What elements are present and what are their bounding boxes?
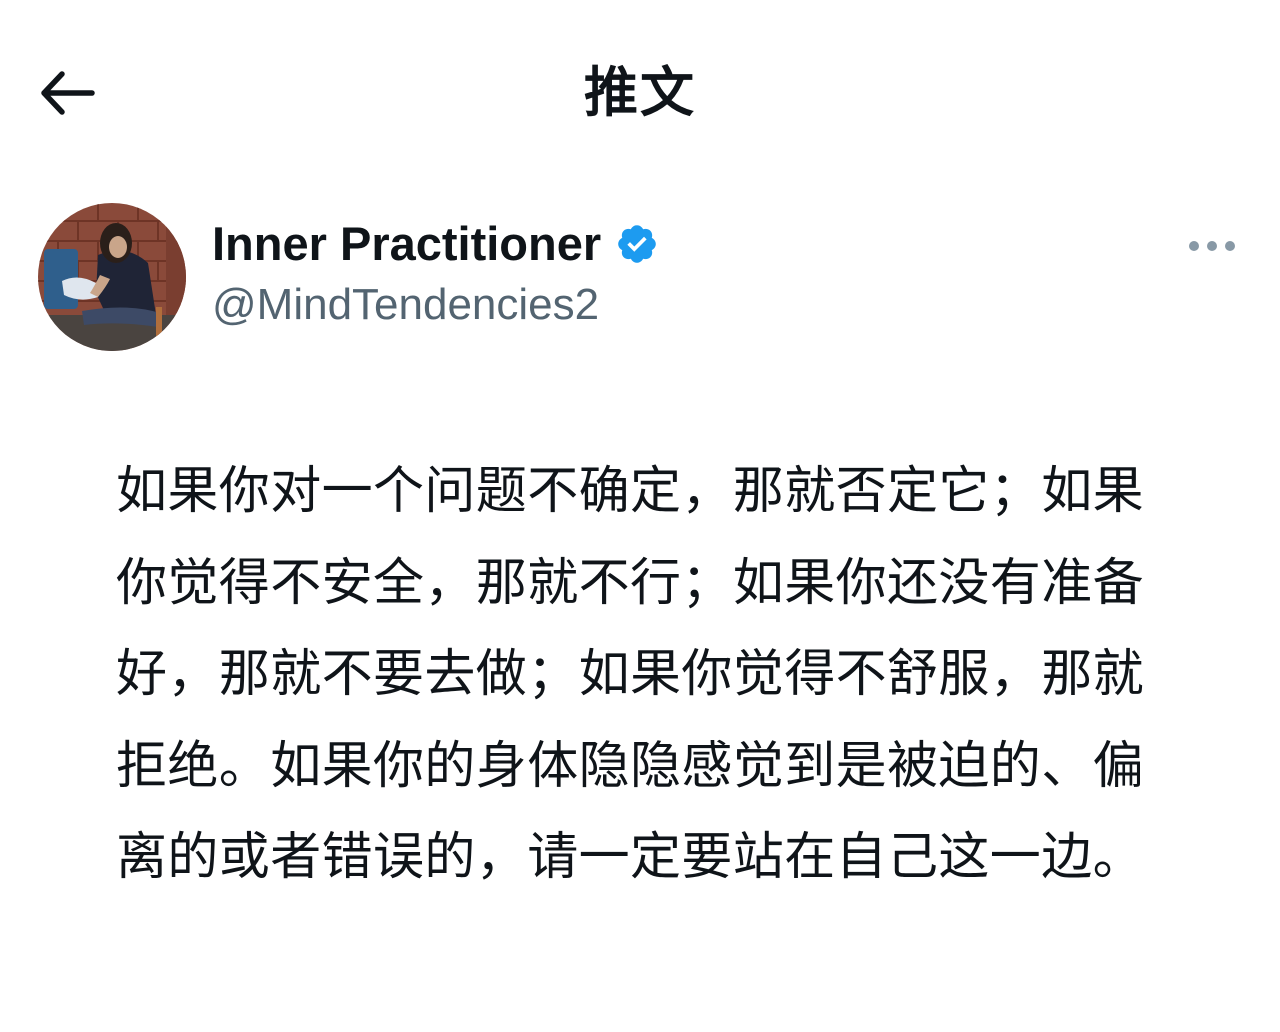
page-title: 推文 xyxy=(584,61,696,124)
top-bar: 推文 xyxy=(0,0,1280,190)
more-options-button[interactable] xyxy=(1180,220,1244,272)
tweet-author: Inner Practitioner @MindTendencies2 xyxy=(0,190,1280,370)
more-horizontal-icon xyxy=(1189,241,1235,251)
display-name-text: Inner Practitioner xyxy=(212,217,602,270)
verified-badge-icon xyxy=(618,225,656,263)
author-handle[interactable]: @MindTendencies2 xyxy=(212,276,599,334)
author-display-name[interactable]: Inner Practitioner xyxy=(212,214,659,274)
tweet-text: 如果你对一个问题不确定，那就否定它；如果你觉得不安全，那就不行；如果你还没有准备… xyxy=(116,462,1145,887)
avatar-photo xyxy=(38,203,186,351)
avatar[interactable] xyxy=(38,203,186,351)
